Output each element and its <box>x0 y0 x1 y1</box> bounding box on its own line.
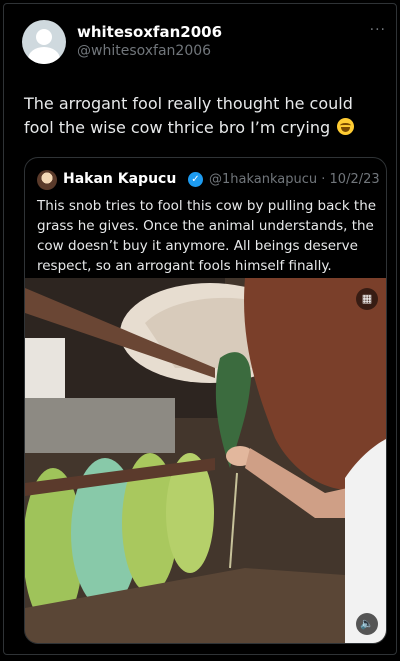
speaker-icon[interactable]: 🔈 <box>356 613 378 635</box>
post-header: whitesoxfan2006 @whitesoxfan2006 ··· <box>22 20 386 70</box>
laughing-crying-emoji-icon <box>337 118 355 135</box>
quoted-author-handle-date[interactable]: @1hakankapucu · 10/2/23 <box>209 172 380 187</box>
default-avatar-icon <box>36 29 52 45</box>
video-frame-image <box>25 278 386 643</box>
author-handle[interactable]: @whitesoxfan2006 <box>77 43 211 59</box>
verified-badge-icon: ✓ <box>188 172 203 187</box>
quoted-author-avatar[interactable] <box>37 170 57 190</box>
video-player[interactable]: ▦ 🔈 <box>25 278 386 643</box>
author-display-name[interactable]: whitesoxfan2006 <box>77 23 222 41</box>
more-options-icon[interactable]: ··· <box>370 22 386 38</box>
post-text-body: The arrogant fool really thought he coul… <box>24 94 353 137</box>
quoted-author-name[interactable]: Hakan Kapucu <box>63 171 176 187</box>
quoted-post-text: This snob tries to fool this cow by pull… <box>37 198 377 274</box>
post-card: whitesoxfan2006 @whitesoxfan2006 ··· The… <box>3 3 397 655</box>
post-text: The arrogant fool really thought he coul… <box>24 92 386 140</box>
quoted-post[interactable]: Hakan Kapucu ✓ @1hakankapucu · 10/2/23 T… <box>24 157 387 644</box>
gif-icon[interactable]: ▦ <box>356 288 378 310</box>
avatar[interactable] <box>22 20 66 64</box>
